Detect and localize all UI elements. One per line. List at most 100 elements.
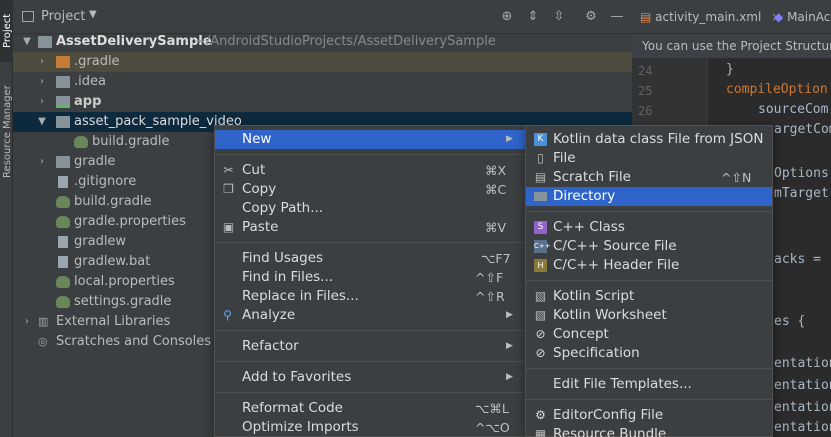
folder-icon [56, 156, 70, 168]
file-icon [58, 256, 68, 268]
cpp-header-icon: H [534, 259, 547, 272]
cpp-class-icon: S [534, 221, 547, 234]
tree-root-row[interactable]: ▼ AssetDeliverySample ~/AndroidStudioPro… [13, 32, 632, 52]
scissors-icon: ✂ [223, 163, 234, 177]
menu-item-concept[interactable]: ⊘ Concept [526, 325, 772, 344]
kotlin-script-icon: ▧ [534, 289, 547, 303]
menu-item-analyze[interactable]: ⚲ Analyze ▶ [215, 306, 525, 325]
menu-item-kotlin-script[interactable]: ▧ Kotlin Script [526, 287, 772, 306]
menu-item-resource-bundle[interactable]: ▦ Resource Bundle [526, 425, 772, 437]
chevron-down-icon[interactable]: ▼ [89, 9, 97, 20]
code-line: sourceCom [758, 102, 829, 117]
tab-main-activity[interactable]: ◆ MainAc [774, 0, 830, 34]
folder-icon [56, 56, 70, 68]
menu-separator [215, 242, 525, 243]
tree-item-idea[interactable]: › .idea [13, 72, 632, 92]
menu-separator [526, 399, 772, 400]
chevron-right-icon[interactable]: › [36, 152, 48, 172]
new-submenu: K Kotlin data class File from JSON ▯ Fil… [525, 125, 773, 437]
menu-item-cpp-class[interactable]: S C++ Class [526, 218, 772, 237]
project-folder-icon [38, 36, 52, 48]
menu-item-cut[interactable]: ✂ Cut ⌘X [215, 161, 525, 180]
code-line: entation [774, 356, 831, 371]
expand-all-icon[interactable]: ⇕ [525, 9, 541, 25]
submenu-arrow-icon: ▶ [506, 341, 513, 351]
folder-icon [56, 76, 70, 88]
menu-item-new[interactable]: New ▶ [215, 130, 525, 149]
gear-icon[interactable]: ⚙ [583, 9, 599, 25]
tool-window-strip: Project Resource Manager [0, 0, 13, 437]
resource-bundle-icon: ▦ [534, 427, 547, 437]
menu-item-file[interactable]: ▯ File [526, 149, 772, 168]
project-tool-tab[interactable]: Project [0, 0, 13, 62]
menu-item-edit-file-templates[interactable]: Edit File Templates... [526, 375, 772, 394]
code-line: es { [774, 314, 806, 329]
submenu-arrow-icon: ▶ [506, 310, 513, 320]
chevron-right-icon[interactable]: › [36, 72, 48, 92]
project-panel-header: Project ▼ ⊕ ⇕ ⇳ ⚙ — [13, 0, 632, 34]
editor-banner: You can use the Project Structure [632, 34, 831, 58]
file-icon [58, 176, 68, 188]
menu-item-refactor[interactable]: Refactor ▶ [215, 337, 525, 356]
gradle-icon [56, 296, 70, 308]
project-root-path: ~/AndroidStudioProjects/AssetDeliverySam… [195, 34, 496, 49]
menu-item-scratch-file[interactable]: ▤ Scratch File ^⇧N [526, 168, 772, 187]
code-line: compileOption [726, 82, 828, 97]
menu-item-kotlin-data-class[interactable]: K Kotlin data class File from JSON [526, 130, 772, 149]
chevron-right-icon[interactable]: › [21, 312, 33, 332]
menu-separator [526, 211, 772, 212]
context-menu: New ▶ ✂ Cut ⌘X ❐ Copy ⌘C Copy Path... ▣ … [214, 125, 526, 437]
code-line: mTarget [774, 186, 829, 201]
specification-icon: ⊘ [535, 346, 546, 360]
tree-item-app[interactable]: › app [13, 92, 632, 112]
code-line: Options [774, 166, 829, 181]
concept-icon: ⊘ [535, 327, 546, 341]
code-line: argetCom [774, 122, 831, 137]
code-line: entation [774, 400, 831, 415]
menu-separator [215, 392, 525, 393]
scratches-icon: ◎ [38, 335, 48, 348]
menu-item-reformat-code[interactable]: Reformat Code ⌥⌘L [215, 399, 525, 418]
menu-item-copy[interactable]: ❐ Copy ⌘C [215, 180, 525, 199]
chevron-right-icon[interactable]: › [36, 52, 48, 72]
tree-item-gradle-dir[interactable]: › .gradle [13, 52, 632, 72]
file-icon [58, 236, 68, 248]
menu-item-copy-path[interactable]: Copy Path... [215, 199, 525, 218]
hide-icon[interactable]: — [609, 9, 625, 25]
project-root-label: AssetDeliverySample [56, 34, 212, 49]
menu-separator [526, 368, 772, 369]
gradle-icon [56, 216, 70, 228]
menu-item-find-in-files[interactable]: Find in Files... ^⇧F [215, 268, 525, 287]
code-line: } [726, 62, 734, 77]
cpp-source-icon: C++ [534, 240, 551, 253]
chevron-down-icon[interactable]: ▼ [36, 112, 48, 132]
submenu-arrow-icon: ▶ [506, 134, 513, 144]
menu-item-optimize-imports[interactable]: Optimize Imports ^⌥O [215, 418, 525, 437]
chevron-right-icon[interactable]: › [36, 92, 48, 112]
gradle-icon [56, 196, 70, 208]
menu-item-replace-in-files[interactable]: Replace in Files... ^⇧R [215, 287, 525, 306]
xml-icon: ▤ [640, 10, 652, 24]
menu-separator [215, 330, 525, 331]
menu-item-cpp-header[interactable]: H C/C++ Header File [526, 256, 772, 275]
libraries-icon: ▥ [38, 315, 49, 328]
gradle-icon [74, 136, 88, 148]
menu-item-kotlin-worksheet[interactable]: ▧ Kotlin Worksheet [526, 306, 772, 325]
menu-item-directory[interactable]: Directory [526, 187, 772, 206]
code-line: acks = [ [774, 252, 831, 267]
menu-item-editorconfig[interactable]: ⚙ EditorConfig File [526, 406, 772, 425]
scratch-file-icon: ▤ [534, 170, 547, 184]
menu-item-find-usages[interactable]: Find Usages ⌥F7 [215, 249, 525, 268]
menu-item-specification[interactable]: ⊘ Specification [526, 344, 772, 363]
tab-activity-main[interactable]: ▤ activity_main.xml × [640, 0, 781, 34]
chevron-down-icon[interactable]: ▼ [21, 32, 33, 52]
collapse-all-icon[interactable]: ⇳ [551, 9, 567, 25]
resource-manager-tool-tab[interactable]: Resource Manager [0, 85, 13, 198]
editor-tabs: ▤ activity_main.xml × ◆ MainAc [632, 0, 831, 34]
locate-icon[interactable]: ⊕ [499, 9, 515, 25]
menu-item-paste[interactable]: ▣ Paste ⌘V [215, 218, 525, 237]
menu-item-add-to-favorites[interactable]: Add to Favorites ▶ [215, 368, 525, 387]
folder-icon [534, 192, 547, 201]
menu-item-cpp-source[interactable]: C++ C/C++ Source File [526, 237, 772, 256]
project-panel-title[interactable]: Project [41, 9, 85, 24]
